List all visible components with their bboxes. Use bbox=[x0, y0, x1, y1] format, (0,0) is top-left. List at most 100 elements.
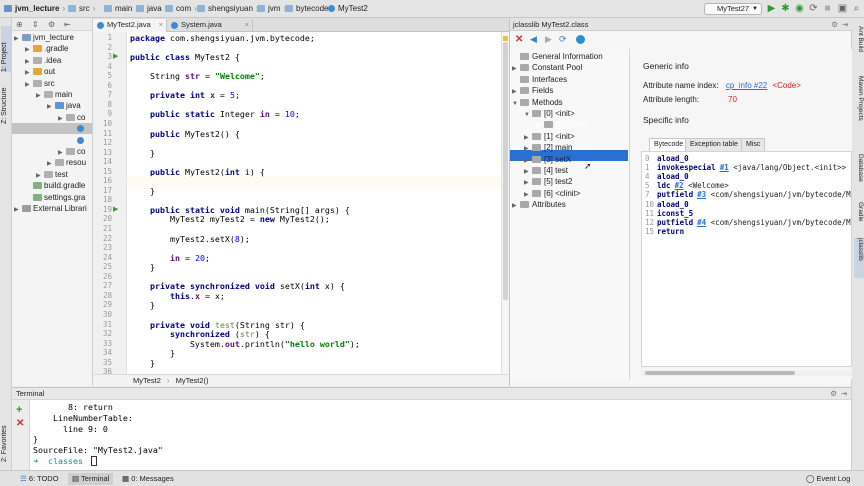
project-tree-item[interactable]: ▶ test bbox=[36, 169, 68, 180]
jclasslib-tree-item[interactable]: ▶ Attributes bbox=[512, 199, 566, 210]
coverage-icon[interactable]: ◉ bbox=[794, 3, 805, 14]
run-gutter-icon[interactable]: ▶ bbox=[113, 205, 118, 213]
close-icon[interactable]: ✕ bbox=[16, 418, 24, 429]
refresh-icon[interactable]: ⟳ bbox=[559, 34, 567, 45]
run-gutter-icon[interactable]: ▶ bbox=[113, 52, 118, 60]
jclasslib-tree-item[interactable]: ▼ Methods bbox=[512, 97, 563, 108]
breadcrumb-method[interactable]: MyTest2() bbox=[176, 376, 209, 385]
close-icon[interactable]: × bbox=[159, 19, 163, 31]
breadcrumb-item[interactable]: src › bbox=[68, 3, 95, 15]
project-tree-item[interactable]: build.gradle bbox=[25, 180, 85, 191]
run-icon[interactable]: ▶ bbox=[766, 3, 777, 14]
constant-pool-link[interactable]: #4 bbox=[697, 218, 706, 227]
editor-scrollbar[interactable] bbox=[501, 32, 509, 374]
project-tool-tab[interactable]: 1: Project bbox=[1, 26, 11, 72]
gradle-tab[interactable]: Gradle bbox=[854, 202, 864, 234]
debug-icon[interactable]: ✱ bbox=[780, 3, 791, 14]
project-tree-item[interactable]: ▶ .gradle bbox=[25, 43, 68, 54]
browser-icon[interactable] bbox=[576, 35, 585, 44]
breadcrumb-item[interactable]: java› bbox=[136, 3, 167, 15]
close-icon[interactable]: ✕ bbox=[515, 34, 523, 45]
breadcrumb-item[interactable]: com › bbox=[165, 3, 197, 15]
tab-system-java[interactable]: System.java × bbox=[167, 19, 253, 32]
jclasslib-tree-item[interactable]: ▶ [2] main bbox=[524, 142, 572, 153]
project-tree-item[interactable]: ▶ External Librari bbox=[14, 203, 87, 214]
project-tree-item[interactable] bbox=[69, 135, 86, 146]
breadcrumb-item[interactable]: jvm_lecture › bbox=[4, 3, 65, 15]
search-icon[interactable]: ⌕ bbox=[851, 3, 862, 14]
ant-build-tab[interactable]: Ant Build bbox=[854, 26, 864, 62]
close-icon[interactable]: × bbox=[245, 19, 249, 31]
jclasslib-tree-item[interactable]: ▼ [0] <init> bbox=[524, 108, 575, 119]
back-icon[interactable]: ◀ bbox=[530, 34, 537, 45]
jclasslib-tree-item[interactable]: ▶ Fields bbox=[512, 85, 553, 96]
scrollbar-thumb[interactable] bbox=[503, 42, 508, 300]
hide-icon[interactable]: ⇤ bbox=[64, 20, 71, 29]
breadcrumb-item[interactable]: MyTest2 bbox=[328, 3, 368, 15]
project-tree-item[interactable]: ▶ co bbox=[58, 146, 85, 157]
gear-icon[interactable]: ⚙ bbox=[48, 20, 55, 29]
expand-arrow-icon[interactable]: ▼ bbox=[512, 99, 520, 110]
constant-pool-link[interactable]: #2 bbox=[675, 181, 684, 190]
project-tree-item[interactable]: ▶ jvm_lecture bbox=[14, 32, 74, 43]
jclasslib-tree-item[interactable]: ▶ [4] test bbox=[524, 165, 568, 176]
constant-pool-link[interactable]: #3 bbox=[697, 190, 706, 199]
expand-arrow-icon[interactable]: ▼ bbox=[524, 110, 532, 121]
project-tree-item[interactable]: ▶ main bbox=[36, 89, 72, 100]
jclasslib-tree-item[interactable]: Interfaces bbox=[512, 74, 567, 85]
project-tree-item[interactable]: ▶ co bbox=[58, 112, 85, 123]
jclasslib-tree-item[interactable]: ▶ [6] <clinit> bbox=[524, 188, 580, 199]
scrollbar-thumb[interactable] bbox=[645, 371, 795, 375]
jclasslib-tree-item[interactable]: ▶ [1] <init> bbox=[524, 131, 575, 142]
jclasslib-tab[interactable]: jclasslib bbox=[854, 238, 864, 278]
constant-pool-link[interactable]: #1 bbox=[720, 163, 729, 172]
breadcrumb-item[interactable]: main› bbox=[104, 3, 138, 15]
favorites-tool-tab[interactable]: 2: Favorites bbox=[1, 416, 11, 462]
breadcrumb-item[interactable]: bytecode› bbox=[285, 3, 334, 15]
todo-tab[interactable]: ☰ 6: TODO bbox=[16, 473, 63, 485]
jclasslib-tree-item[interactable]: ▶ [3] setX bbox=[524, 154, 571, 165]
project-tree-item[interactable]: ▶ src bbox=[25, 78, 55, 89]
forward-icon[interactable]: ▶ bbox=[545, 34, 552, 45]
project-tree-item[interactable]: settings.gra bbox=[25, 192, 85, 203]
maven-projects-tab[interactable]: Maven Projects bbox=[854, 76, 864, 140]
jclasslib-tree-item[interactable]: General Information bbox=[512, 51, 603, 62]
expand-arrow-icon[interactable]: ▶ bbox=[47, 102, 55, 113]
bytecode-listing[interactable]: 0 aload_0 1 invokespecial #1 <java/lang/Obje… bbox=[641, 151, 852, 367]
code-editor[interactable]: package com.shengsiyuan.jvm.bytecode; pub… bbox=[127, 32, 501, 374]
project-tree-item[interactable] bbox=[12, 123, 92, 135]
project-tree-item[interactable]: ▶ java bbox=[47, 100, 81, 111]
terminal-output[interactable]: 8: return LineNumberTable: line 9: 0} Sou… bbox=[30, 400, 851, 470]
settings-icon[interactable]: ⊕ bbox=[16, 20, 23, 29]
expand-arrow-icon[interactable]: ▶ bbox=[25, 80, 33, 91]
breadcrumb-item[interactable]: jvm› bbox=[257, 3, 286, 15]
expand-arrow-icon[interactable]: ▶ bbox=[14, 34, 22, 45]
run-configuration-select[interactable]: MyTest27 ▼ bbox=[704, 3, 762, 15]
collapse-icon[interactable]: ⇕ bbox=[32, 20, 39, 29]
event-log-button[interactable]: ◯ Event Log bbox=[802, 473, 854, 485]
jclasslib-tree-item[interactable]: ▶ Constant Pool bbox=[512, 62, 582, 73]
project-tree-item[interactable]: ▶ out bbox=[25, 66, 55, 77]
cp-info-link[interactable]: cp_info #22 bbox=[726, 81, 767, 90]
database-tab[interactable]: Database bbox=[854, 154, 864, 190]
expand-arrow-icon[interactable]: ▶ bbox=[36, 91, 44, 102]
tab-misc[interactable]: Misc bbox=[741, 138, 766, 151]
jclasslib-tree-item[interactable]: ▶ [0] Code bbox=[536, 119, 586, 130]
terminal-tab[interactable]: ▤ Terminal bbox=[68, 473, 114, 485]
gear-icon[interactable]: ⚙ bbox=[831, 18, 838, 31]
project-tree-item[interactable]: ▶ resou bbox=[47, 157, 86, 168]
profile-icon[interactable]: ⟳ bbox=[808, 3, 819, 14]
project-structure-icon[interactable]: ▣ bbox=[837, 3, 848, 14]
tab-mytest2-java[interactable]: MyTest2.java × bbox=[93, 19, 167, 32]
structure-tool-tab[interactable]: Z: Structure bbox=[1, 78, 11, 124]
stop-icon[interactable]: ■ bbox=[822, 3, 833, 14]
messages-tab[interactable]: ▦ 0: Messages bbox=[118, 473, 178, 485]
breadcrumb-item[interactable]: shengsiyuan› bbox=[197, 3, 259, 15]
tab-exception-table[interactable]: Exception table bbox=[685, 138, 743, 151]
expand-arrow-icon[interactable]: ▶ bbox=[512, 201, 520, 212]
project-tree-item[interactable]: ▶ .idea bbox=[25, 55, 61, 66]
jclasslib-tree-item[interactable]: ▶ [5] test2 bbox=[524, 176, 572, 187]
hide-icon[interactable]: ⇥ bbox=[842, 18, 848, 31]
gear-icon[interactable]: ⚙ bbox=[830, 388, 837, 400]
add-icon[interactable]: + bbox=[16, 404, 22, 416]
